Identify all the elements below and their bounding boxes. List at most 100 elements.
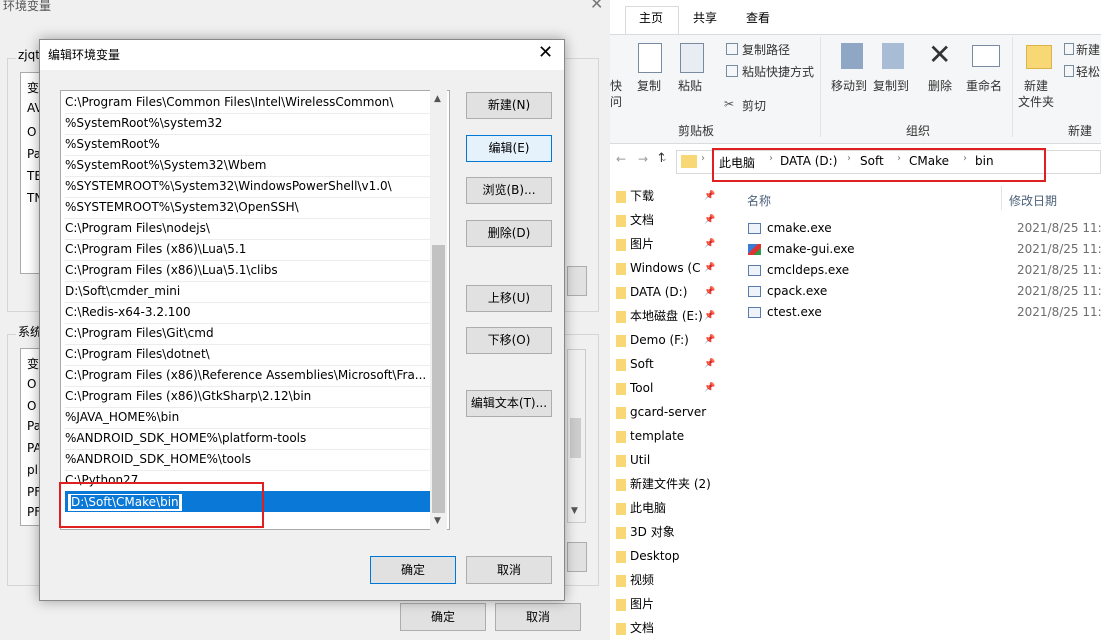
- system-vars-scrollbar[interactable]: ▼: [567, 349, 586, 523]
- list-item[interactable]: C:\Program Files (x86)\Lua\5.1: [65, 239, 431, 261]
- forward-arrow-icon[interactable]: →: [638, 152, 648, 166]
- pin-icon: 📌: [704, 239, 716, 249]
- nav-item[interactable]: 图片: [616, 592, 726, 616]
- dialog-titlebar: 编辑环境变量 ✕: [40, 40, 564, 70]
- delete-button[interactable]: 删除(D): [466, 220, 552, 247]
- file-row[interactable]: cpack.exe 2021/8/25 11:16: [748, 281, 1101, 301]
- nav-item[interactable]: template: [616, 424, 726, 448]
- easy-access-button[interactable]: 轻松: [1076, 63, 1100, 80]
- nav-item[interactable]: Util: [616, 448, 726, 472]
- nav-item[interactable]: 文档 📌: [616, 208, 726, 232]
- new-button[interactable]: 新建(N): [466, 92, 552, 119]
- nav-item-label: Windows (C: [630, 261, 701, 275]
- scroll-thumb[interactable]: [432, 245, 445, 513]
- ok-button[interactable]: 确定: [370, 556, 456, 584]
- ribbon-tabs: 主页 共享 查看: [610, 0, 1101, 36]
- list-scrollbar[interactable]: ▲ ▼: [430, 90, 447, 530]
- file-row[interactable]: cmake-gui.exe 2021/8/25 11:16: [748, 239, 1101, 259]
- list-item: O: [27, 377, 37, 391]
- back-arrow-icon[interactable]: ←: [616, 152, 626, 166]
- column-name[interactable]: 名称: [747, 192, 771, 209]
- file-row[interactable]: cmake.exe 2021/8/25 11:16: [748, 218, 1101, 238]
- rename-button[interactable]: 重命名: [966, 77, 1002, 94]
- nav-item[interactable]: gcard-server: [616, 400, 726, 424]
- list-item[interactable]: %JAVA_HOME%\bin: [65, 407, 431, 429]
- nav-item[interactable]: 视频: [616, 568, 726, 592]
- edit-button[interactable]: 编辑(E): [466, 135, 552, 162]
- move-to-button[interactable]: 移动到: [831, 77, 867, 94]
- list-item[interactable]: C:\Program Files (x86)\Lua\5.1\clibs: [65, 260, 431, 282]
- chevron-up-icon[interactable]: ▲: [434, 94, 441, 104]
- list-item[interactable]: %SystemRoot%: [65, 134, 431, 156]
- nav-item[interactable]: Tool 📌: [616, 376, 726, 400]
- delete-button[interactable]: 删除: [928, 77, 952, 94]
- env-ok-button[interactable]: 确定: [400, 603, 486, 631]
- nav-item[interactable]: Desktop: [616, 544, 726, 568]
- nav-item[interactable]: 下载 📌: [616, 184, 726, 208]
- list-item[interactable]: %SYSTEMROOT%\System32\OpenSSH\: [65, 197, 431, 219]
- quick-access-fragment[interactable]: 快: [610, 77, 622, 94]
- user-vars-button-fragment[interactable]: [567, 266, 587, 296]
- nav-item-label: 此电脑: [630, 501, 667, 515]
- nav-item[interactable]: 此电脑: [616, 496, 726, 520]
- copy-path-button[interactable]: 复制路径: [742, 41, 790, 58]
- tab-view[interactable]: 查看: [746, 9, 770, 26]
- scroll-thumb[interactable]: [570, 418, 581, 458]
- list-item[interactable]: %ANDROID_SDK_HOME%\tools: [65, 449, 431, 471]
- folder-icon: [616, 454, 626, 467]
- nav-item[interactable]: Demo (F:) 📌: [616, 328, 726, 352]
- user-vars-list[interactable]: 变 AV O Pa TE TN: [20, 72, 43, 274]
- tab-share[interactable]: 共享: [693, 9, 717, 26]
- folder-icon: [616, 286, 626, 299]
- list-item[interactable]: C:\Program Files\Common Files\Intel\Wire…: [65, 92, 431, 114]
- nav-item[interactable]: 文档: [616, 616, 726, 640]
- copy-button[interactable]: 复制: [637, 77, 661, 94]
- new-folder-button[interactable]: 新建: [1024, 77, 1048, 94]
- tab-home[interactable]: 主页: [639, 9, 663, 26]
- list-item[interactable]: %ANDROID_SDK_HOME%\platform-tools: [65, 428, 431, 450]
- cancel-button[interactable]: 取消: [466, 556, 552, 584]
- new-item-button[interactable]: 新建: [1076, 41, 1100, 58]
- file-row[interactable]: cmcldeps.exe 2021/8/25 11:16: [748, 260, 1101, 280]
- clipboard-group-label: 剪贴板: [678, 124, 715, 138]
- nav-item[interactable]: DATA (D:) 📌: [616, 280, 726, 304]
- nav-item[interactable]: Soft 📌: [616, 352, 726, 376]
- column-date[interactable]: 修改日期: [1009, 192, 1057, 209]
- file-row[interactable]: ctest.exe 2021/8/25 11:16: [748, 302, 1101, 322]
- paste-shortcut-button[interactable]: 粘贴快捷方式: [742, 63, 814, 80]
- nav-item[interactable]: Windows (C 📌: [616, 256, 726, 280]
- system-vars-list[interactable]: 变 O O Pa PA pl PF PF: [20, 348, 42, 526]
- edit-text-button[interactable]: 编辑文本(T)...: [466, 390, 552, 417]
- system-vars-button-fragment[interactable]: [567, 542, 587, 572]
- close-icon[interactable]: ✕: [538, 42, 553, 64]
- nav-item[interactable]: 图片 📌: [616, 232, 726, 256]
- list-item[interactable]: C:\Program Files (x86)\GtkSharp\2.12\bin: [65, 386, 431, 408]
- list-item[interactable]: C:\Redis-x64-3.2.100: [65, 302, 431, 324]
- list-item[interactable]: C:\Program Files\dotnet\: [65, 344, 431, 366]
- chevron-down-icon[interactable]: ▼: [434, 516, 441, 526]
- list-item[interactable]: %SystemRoot%\system32: [65, 113, 431, 135]
- env-cancel-button[interactable]: 取消: [495, 603, 581, 631]
- chevron-down-icon[interactable]: ▼: [571, 506, 578, 516]
- nav-item[interactable]: 新建文件夹 (2): [616, 472, 726, 496]
- cut-button[interactable]: 剪切: [742, 97, 766, 114]
- env-window-title: 环境变量: [3, 0, 52, 13]
- nav-item[interactable]: 本地磁盘 (E:) 📌: [616, 304, 726, 328]
- list-item[interactable]: %SystemRoot%\System32\Wbem: [65, 155, 431, 177]
- nav-item-label: 文档: [630, 213, 655, 227]
- copy-to-button[interactable]: 复制到: [873, 77, 909, 94]
- path-entries-list[interactable]: C:\Program Files\Common Files\Intel\Wire…: [60, 90, 450, 530]
- close-icon[interactable]: ✕: [590, 0, 603, 13]
- paste-button[interactable]: 粘贴: [678, 77, 702, 94]
- move-down-button[interactable]: 下移(O): [466, 327, 552, 354]
- up-arrow-icon[interactable]: ↑: [656, 151, 667, 166]
- move-up-button[interactable]: 上移(U): [466, 285, 552, 312]
- list-item[interactable]: %SYSTEMROOT%\System32\WindowsPowerShell\…: [65, 176, 431, 198]
- browse-button[interactable]: 浏览(B)...: [466, 177, 552, 204]
- list-item[interactable]: C:\Program Files\Git\cmd: [65, 323, 431, 345]
- nav-item-label: Tool: [630, 381, 654, 395]
- list-item[interactable]: C:\Program Files\nodejs\: [65, 218, 431, 240]
- list-item[interactable]: D:\Soft\cmder_mini: [65, 281, 431, 303]
- nav-item[interactable]: 3D 对象: [616, 520, 726, 544]
- list-item[interactable]: C:\Program Files (x86)\Reference Assembl…: [65, 365, 431, 387]
